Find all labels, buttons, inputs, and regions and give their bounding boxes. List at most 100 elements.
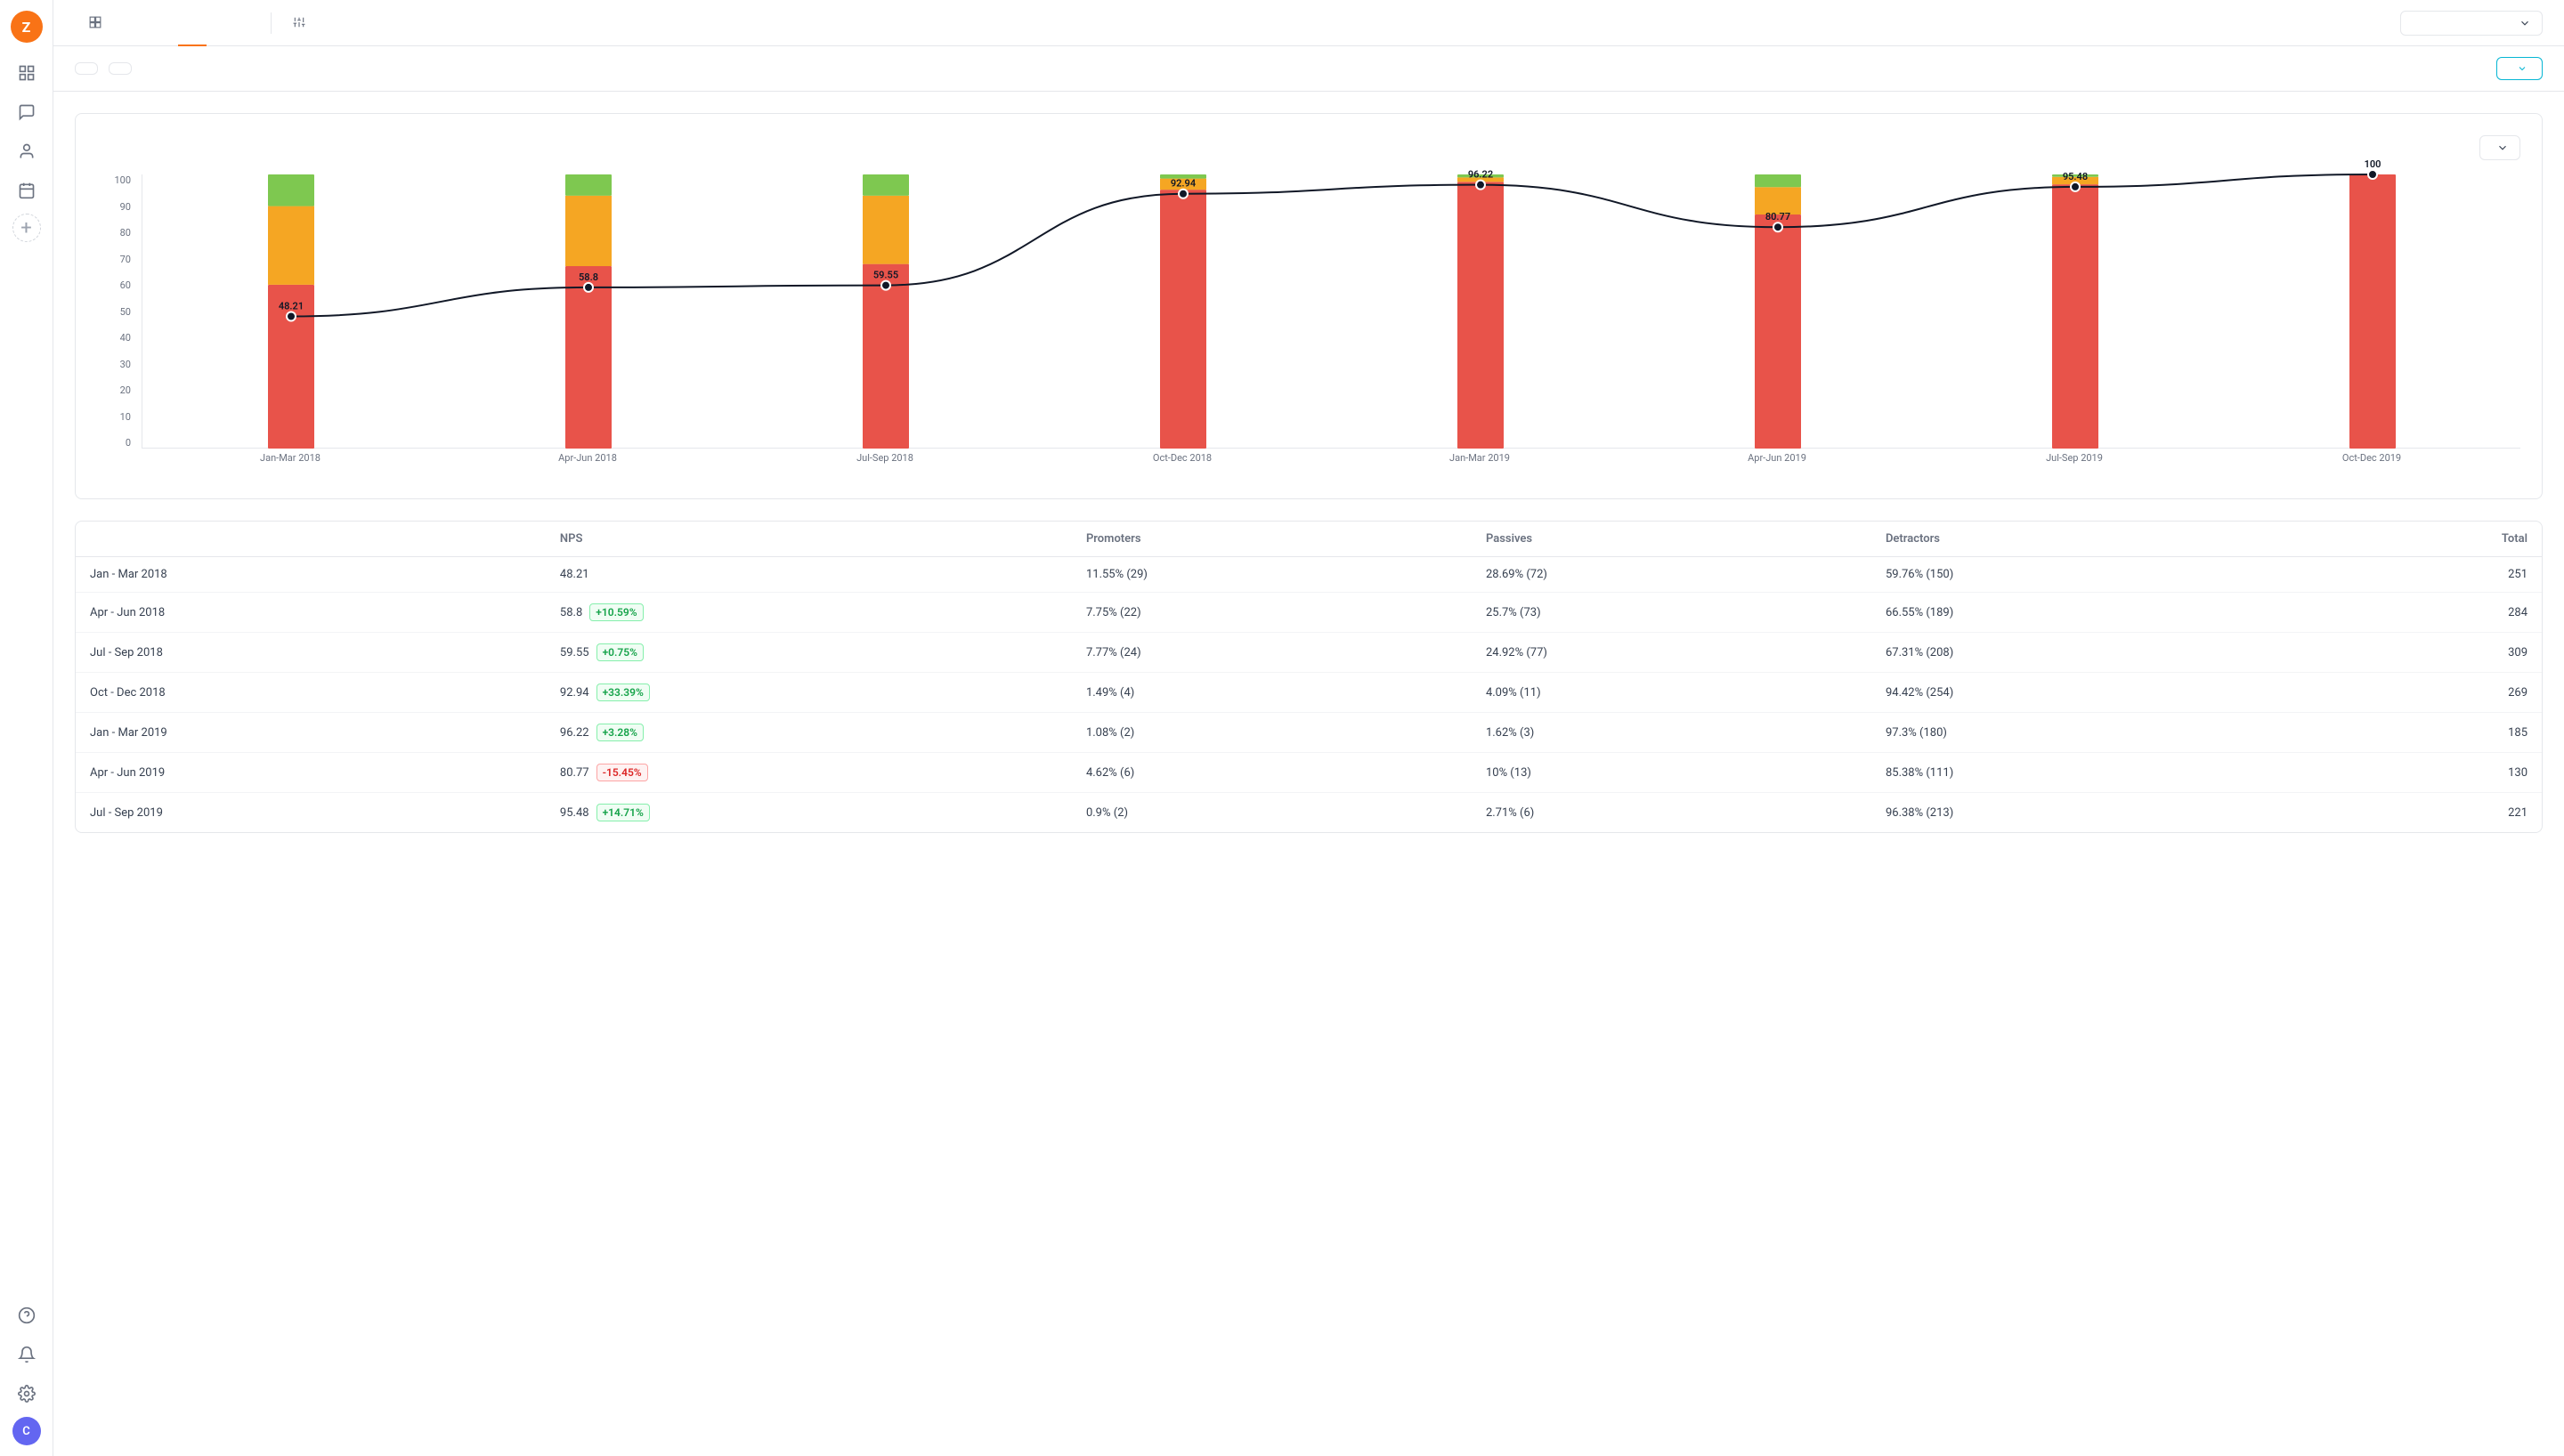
settings-icon[interactable] (11, 1378, 43, 1410)
svg-text:48.21: 48.21 (279, 301, 304, 312)
calendar-icon[interactable] (11, 174, 43, 206)
table-row: Apr - Jun 2018 58.8 +10.59% 7.75% (22) 2… (76, 593, 2542, 633)
x-axis-label: Jan-Mar 2018 (260, 452, 320, 464)
y-label-80: 80 (120, 227, 131, 239)
cell-nps: 58.8 +10.59% (546, 593, 1072, 633)
cell-detractors: 59.76% (150) (1871, 557, 2300, 593)
chat-icon[interactable] (11, 96, 43, 128)
cell-detractors: 97.3% (180) (1871, 713, 2300, 753)
col-total: Total (2300, 522, 2542, 557)
delta-badge: +14.71% (596, 804, 650, 821)
cell-period: Jul - Sep 2019 (76, 793, 546, 833)
delta-badge: -15.45% (596, 764, 648, 781)
nav-tags[interactable] (235, 0, 264, 46)
y-label-60: 60 (120, 279, 131, 291)
cell-detractors: 85.38% (111) (1871, 753, 2300, 793)
cell-period: Jul - Sep 2018 (76, 633, 546, 673)
nps-value: 58.8 (560, 606, 582, 619)
cell-total: 185 (2300, 713, 2542, 753)
person-icon[interactable] (11, 135, 43, 167)
filter-bar (53, 46, 2564, 92)
topnav-right (2400, 11, 2543, 36)
survey-selector[interactable] (2400, 11, 2543, 36)
add-filter-button[interactable] (142, 63, 150, 74)
y-label-20: 20 (120, 384, 131, 396)
cell-period: Apr - Jun 2018 (76, 593, 546, 633)
svg-text:80.77: 80.77 (1765, 211, 1790, 222)
cell-promoters: 1.08% (2) (1072, 713, 1472, 753)
cell-nps: 95.48 +14.71% (546, 793, 1072, 833)
nav-snapshot[interactable] (75, 0, 121, 46)
nav-inbox[interactable] (150, 0, 178, 46)
cell-period: Oct - Dec 2018 (76, 673, 546, 713)
nps-value: 95.48 (560, 806, 589, 820)
cell-promoters: 11.55% (29) (1072, 557, 1472, 593)
x-axis-label: Jul-Sep 2019 (2046, 452, 2103, 464)
plus-icon[interactable]: + (12, 214, 41, 242)
period-selector[interactable] (2479, 135, 2520, 160)
cell-nps: 59.55 +0.75% (546, 633, 1072, 673)
cell-passives: 25.7% (73) (1472, 593, 1871, 633)
nps-value: 48.21 (560, 568, 589, 581)
table-row: Apr - Jun 2019 80.77 -15.45% 4.62% (6) 1… (76, 753, 2542, 793)
actions-button[interactable] (2496, 57, 2543, 80)
sidebar: Z + C (0, 0, 53, 1456)
avatar[interactable]: C (12, 1417, 41, 1445)
cell-detractors: 66.55% (189) (1871, 593, 2300, 633)
col-promoters: Promoters (1072, 522, 1472, 557)
cell-passives: 4.09% (11) (1472, 673, 1871, 713)
help-icon[interactable] (11, 1299, 43, 1331)
x-axis-label: Oct-Dec 2019 (2342, 452, 2401, 464)
svg-text:96.22: 96.22 (1468, 169, 1493, 181)
y-label-0: 0 (126, 437, 131, 449)
cell-nps: 80.77 -15.45% (546, 753, 1072, 793)
bell-icon[interactable] (11, 1339, 43, 1371)
chart-section: 100 90 80 70 60 50 40 30 20 10 0 48.2158… (75, 113, 2543, 499)
logo[interactable]: Z (11, 11, 43, 43)
cell-detractors: 96.38% (213) (1871, 793, 2300, 833)
cell-total: 130 (2300, 753, 2542, 793)
cell-passives: 2.71% (6) (1472, 793, 1871, 833)
nps-value: 80.77 (560, 766, 589, 780)
main-content: 100 90 80 70 60 50 40 30 20 10 0 48.2158… (53, 0, 2564, 1456)
svg-text:95.48: 95.48 (2063, 171, 2088, 182)
table-row: Jan - Mar 2018 48.21 11.55% (29) 28.69% … (76, 557, 2542, 593)
cell-period: Jan - Mar 2018 (76, 557, 546, 593)
col-passives: Passives (1472, 522, 1871, 557)
date-range-filter[interactable] (75, 62, 98, 75)
table-row: Jul - Sep 2018 59.55 +0.75% 7.77% (24) 2… (76, 633, 2542, 673)
cell-total: 251 (2300, 557, 2542, 593)
cell-period: Apr - Jun 2019 (76, 753, 546, 793)
cell-promoters: 4.62% (6) (1072, 753, 1472, 793)
nav-trends[interactable] (178, 0, 207, 46)
cell-promoters: 7.77% (24) (1072, 633, 1472, 673)
cell-passives: 24.92% (77) (1472, 633, 1871, 673)
nav-text[interactable] (207, 0, 235, 46)
table-row: Oct - Dec 2018 92.94 +33.39% 1.49% (4) 4… (76, 673, 2542, 713)
svg-text:59.55: 59.55 (873, 270, 898, 281)
content-area: 100 90 80 70 60 50 40 30 20 10 0 48.2158… (53, 92, 2564, 1456)
svg-text:100: 100 (2365, 158, 2381, 170)
nav-divider (271, 12, 272, 34)
grid-icon[interactable] (11, 57, 43, 89)
cell-promoters: 1.49% (4) (1072, 673, 1472, 713)
nav-insights[interactable] (121, 0, 150, 46)
cell-total: 309 (2300, 633, 2542, 673)
delta-badge: +3.28% (596, 724, 644, 741)
y-label-70: 70 (120, 254, 131, 265)
cell-promoters: 7.75% (22) (1072, 593, 1472, 633)
svg-text:92.94: 92.94 (1171, 178, 1196, 190)
x-axis-label: Jul-Sep 2018 (856, 452, 913, 464)
location-filter[interactable] (109, 62, 132, 75)
table-row: Jan - Mar 2019 96.22 +3.28% 1.08% (2) 1.… (76, 713, 2542, 753)
y-label-40: 40 (120, 332, 131, 344)
table-row: Jul - Sep 2019 95.48 +14.71% 0.9% (2) 2.… (76, 793, 2542, 833)
cell-total: 284 (2300, 593, 2542, 633)
nps-value: 92.94 (560, 686, 589, 700)
col-detractors: Detractors (1871, 522, 2300, 557)
nav-build[interactable] (279, 0, 325, 46)
x-axis-label: Jan-Mar 2019 (1449, 452, 1510, 464)
cell-passives: 28.69% (72) (1472, 557, 1871, 593)
col-period (76, 522, 546, 557)
nps-value: 96.22 (560, 726, 589, 740)
